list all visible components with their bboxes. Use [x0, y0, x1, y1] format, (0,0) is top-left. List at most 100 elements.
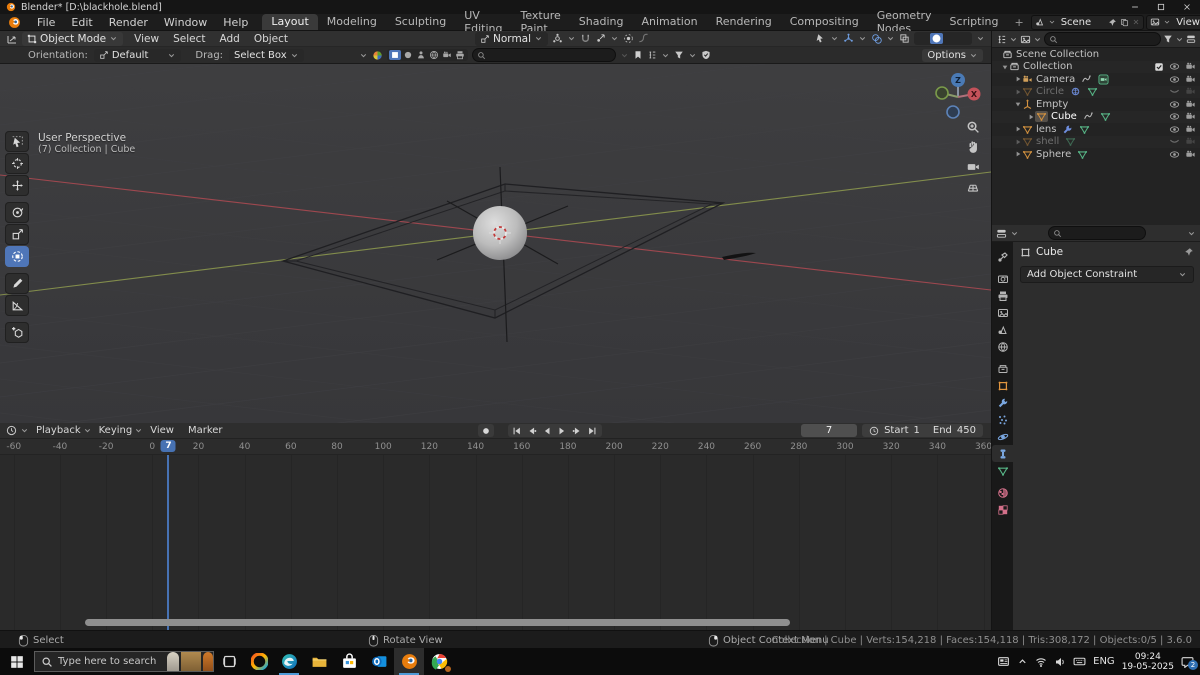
- prev-key-button[interactable]: [526, 424, 539, 437]
- hide-eye-icon[interactable]: [1169, 74, 1180, 85]
- options-dropdown[interactable]: Options: [922, 49, 983, 62]
- workspace-tab-rendering[interactable]: Rendering: [707, 14, 781, 30]
- properties-tab-tool[interactable]: [992, 248, 1013, 265]
- tool-transform[interactable]: [5, 246, 29, 267]
- viewport-menu-select[interactable]: Select: [166, 33, 212, 45]
- editor-type-icon[interactable]: [996, 34, 1007, 45]
- wifi-icon[interactable]: [1035, 656, 1047, 668]
- tool-select-box[interactable]: [5, 131, 29, 152]
- timeline-menu-keying[interactable]: Keying: [92, 425, 140, 436]
- filter-settings-icon[interactable]: [1186, 34, 1196, 44]
- shading-material-button[interactable]: undefined: [945, 33, 956, 44]
- workspace-tab-scripting[interactable]: Scripting: [941, 14, 1008, 30]
- properties-tab-viewlayer[interactable]: [992, 304, 1013, 321]
- blender-logo-icon[interactable]: [0, 16, 29, 29]
- disable-render-icon[interactable]: [1185, 124, 1196, 135]
- collapse-arrow-icon[interactable]: [1014, 100, 1022, 108]
- playhead-line[interactable]: [167, 455, 169, 630]
- tool-cursor[interactable]: [5, 153, 29, 174]
- expand-arrow-icon[interactable]: [1014, 138, 1022, 146]
- menu-file[interactable]: File: [29, 16, 63, 29]
- properties-tab-collection[interactable]: [992, 360, 1013, 377]
- taskbar-app-edge[interactable]: [274, 648, 304, 675]
- viewport-search[interactable]: [472, 48, 616, 62]
- disable-render-icon[interactable]: [1185, 111, 1196, 122]
- scene-selector[interactable]: Scene: [1031, 15, 1145, 30]
- properties-tab-output[interactable]: [992, 287, 1013, 304]
- meshTri-icon[interactable]: [1022, 136, 1033, 147]
- volume-icon[interactable]: [1054, 656, 1066, 668]
- shading-rendered-button[interactable]: undefined: [958, 33, 969, 44]
- play-button[interactable]: [556, 424, 569, 437]
- taskbar-app-chrome[interactable]: [424, 648, 454, 675]
- maximize-button[interactable]: [1148, 0, 1174, 14]
- display-mode-icon[interactable]: [647, 50, 657, 60]
- visibility-toggle-5[interactable]: [454, 50, 466, 60]
- viewport-menu-object[interactable]: Object: [247, 33, 295, 45]
- filter-icon[interactable]: [674, 50, 684, 60]
- outliner-row-sphere[interactable]: Sphere: [992, 148, 1200, 161]
- properties-tab-texture[interactable]: [992, 501, 1013, 518]
- display-mode-icon[interactable]: [1020, 34, 1031, 45]
- mode-dropdown[interactable]: Object Mode: [22, 32, 123, 46]
- current-frame-field[interactable]: 7: [801, 424, 857, 437]
- outliner-label[interactable]: Empty: [1036, 99, 1068, 110]
- add-constraint-button[interactable]: Add Object Constraint: [1020, 266, 1194, 283]
- pin-icon[interactable]: [1108, 18, 1117, 27]
- cameraObj-icon[interactable]: [1022, 74, 1033, 85]
- viewport-menu-view[interactable]: View: [127, 33, 166, 45]
- disable-render-icon[interactable]: [1185, 99, 1196, 110]
- editor-type-icon[interactable]: [0, 425, 20, 436]
- play-rev-button[interactable]: [541, 424, 554, 437]
- tool-move[interactable]: [5, 175, 29, 196]
- outliner-label[interactable]: Sphere: [1036, 149, 1071, 160]
- expand-arrow-icon[interactable]: [1014, 88, 1022, 96]
- disable-render-icon[interactable]: [1185, 61, 1196, 72]
- color-wheel-icon[interactable]: [372, 50, 383, 61]
- bookmark-icon[interactable]: [633, 50, 643, 60]
- taskbar-search[interactable]: Type here to search: [34, 651, 214, 672]
- outliner-label[interactable]: shell: [1036, 136, 1059, 147]
- outliner-label[interactable]: Camera: [1036, 74, 1075, 85]
- pivot-point-icon[interactable]: [552, 33, 563, 44]
- emptyAxes-icon[interactable]: [1022, 99, 1033, 110]
- tool-rotate[interactable]: [5, 202, 29, 223]
- outliner-row-lens[interactable]: lens: [992, 123, 1200, 136]
- auto-keying-toggle[interactable]: [478, 424, 494, 437]
- start-button[interactable]: [0, 648, 34, 675]
- properties-tab-data[interactable]: [992, 462, 1013, 479]
- camera-view-button[interactable]: [966, 160, 980, 174]
- outliner-row-camera[interactable]: Camera: [992, 73, 1200, 86]
- disable-render-icon[interactable]: [1185, 74, 1196, 85]
- meshTri-icon[interactable]: [1035, 111, 1048, 122]
- playhead-badge[interactable]: 7: [161, 440, 176, 452]
- outliner-label[interactable]: Cube: [1051, 111, 1077, 122]
- taskbar-clock[interactable]: 09:24 19-05-2025: [1122, 652, 1174, 672]
- outliner-label[interactable]: Circle: [1036, 86, 1064, 97]
- meshTri-icon[interactable]: [1022, 86, 1033, 97]
- keyboard-icon[interactable]: [1073, 655, 1086, 668]
- jump-start-button[interactable]: [511, 424, 524, 437]
- outliner-label[interactable]: Collection: [1023, 61, 1072, 72]
- expand-arrow-icon[interactable]: [1014, 125, 1022, 133]
- disable-render-icon[interactable]: [1185, 136, 1196, 147]
- taskbar-app-store[interactable]: [334, 648, 364, 675]
- properties-tab-render[interactable]: [992, 270, 1013, 287]
- checkbox-icon[interactable]: [1154, 62, 1164, 72]
- toggle-ortho-button[interactable]: [966, 180, 980, 194]
- show-overlays-icon[interactable]: [871, 33, 882, 44]
- taskbar-app-outlook[interactable]: [364, 648, 394, 675]
- properties-tab-scene[interactable]: [992, 321, 1013, 338]
- shield-check-icon[interactable]: [701, 50, 711, 60]
- snap-magnet-icon[interactable]: [580, 33, 591, 44]
- properties-tab-constraints[interactable]: [992, 445, 1013, 462]
- hidden-eye-icon[interactable]: [1169, 86, 1180, 97]
- hidden-icons-chevron[interactable]: [1017, 656, 1028, 667]
- outliner-row-scene-collection[interactable]: Scene Collection: [992, 48, 1200, 61]
- editor-type-icon[interactable]: [996, 228, 1007, 239]
- properties-tab-particles[interactable]: [992, 411, 1013, 428]
- outliner-search[interactable]: [1044, 32, 1161, 46]
- viewport-menu-add[interactable]: Add: [212, 33, 246, 45]
- drag-setting-dropdown[interactable]: Select Box: [229, 49, 304, 62]
- proportional-edit-icon[interactable]: [623, 33, 634, 44]
